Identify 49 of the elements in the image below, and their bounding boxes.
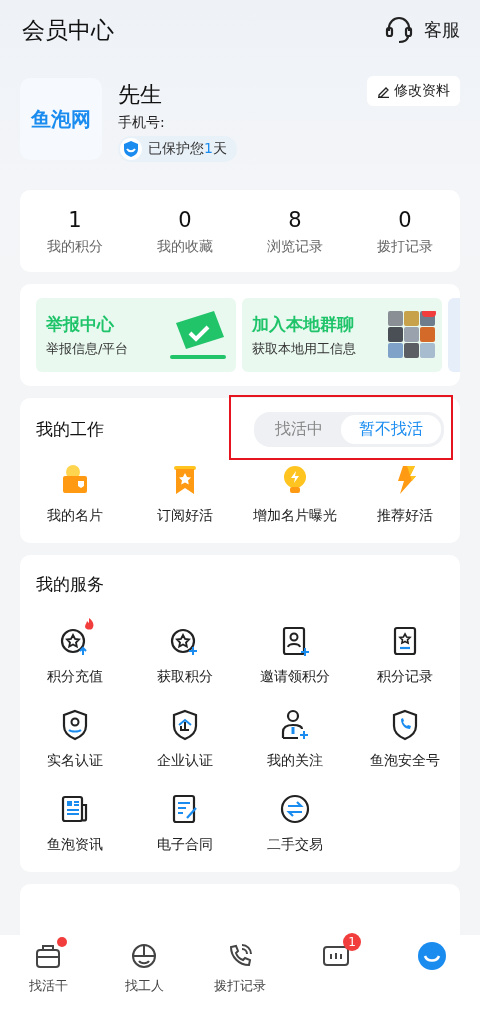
banner-title: 加入本地群聊 — [252, 312, 355, 336]
work-item-label[interactable]: 订阅好活 — [157, 507, 213, 525]
notification-dot — [57, 937, 67, 947]
service-item-label[interactable]: 邀请领积分 — [260, 668, 330, 686]
tab-label[interactable]: 找工人 — [124, 977, 164, 995]
stat-value[interactable]: 0 — [398, 208, 412, 232]
phone-label: 手机号: — [118, 114, 166, 132]
service-item-label[interactable]: 电子合同 — [157, 836, 213, 854]
service-item-label[interactable]: 二手交易 — [267, 836, 323, 854]
edit-profile-button[interactable]: 修改资料 — [367, 76, 460, 106]
smile-icon — [417, 941, 447, 971]
work-item-label[interactable]: 增加名片曝光 — [253, 507, 337, 525]
protection-text: 已保护您1天 — [148, 140, 227, 158]
work-item-label[interactable]: 推荐好活 — [377, 507, 433, 525]
stat-label[interactable]: 我的收藏 — [157, 238, 213, 256]
section-title: 我的服务 — [36, 574, 104, 594]
service-item-label[interactable]: 积分充值 — [47, 668, 103, 686]
service-item-label[interactable]: 实名认证 — [47, 752, 103, 770]
user-name: 先生 — [118, 81, 163, 109]
headset-icon[interactable] — [384, 15, 414, 45]
customer-service-link[interactable]: 客服 — [424, 18, 460, 42]
stat-value[interactable]: 1 — [68, 208, 82, 232]
exchange-icon — [278, 792, 312, 826]
stat-label[interactable]: 我的积分 — [47, 238, 103, 256]
promo-banner[interactable]: 举报中心 举报信息/平台 — [36, 298, 236, 372]
service-item-label[interactable]: 积分记录 — [377, 668, 433, 686]
logo: 鱼泡网 — [20, 78, 102, 160]
count-badge: 1 — [343, 933, 361, 951]
tab-label[interactable]: 拨打记录 — [214, 977, 266, 995]
stat-label[interactable]: 拨打记录 — [377, 238, 433, 256]
work-item-label[interactable]: 我的名片 — [47, 507, 103, 525]
page-title: 会员中心 — [22, 15, 114, 45]
section-title: 我的工作 — [36, 418, 104, 441]
stat-value[interactable]: 0 — [178, 208, 192, 232]
banner-title: 举报中心 — [46, 312, 115, 336]
stat-value[interactable]: 8 — [288, 208, 302, 232]
banner-subtitle: 获取本地用工信息 — [252, 339, 356, 358]
flame-icon — [85, 618, 94, 630]
status-option[interactable]: 暂不找活 — [341, 415, 441, 444]
service-item-label[interactable]: 鱼泡安全号 — [370, 752, 440, 770]
service-item-label[interactable]: 我的关注 — [267, 752, 323, 770]
service-item-label[interactable]: 鱼泡资讯 — [47, 836, 103, 854]
service-item-label[interactable]: 获取积分 — [157, 668, 213, 686]
tab-label[interactable]: 找活干 — [28, 977, 68, 995]
stat-label[interactable]: 浏览记录 — [267, 238, 323, 256]
promo-banner[interactable]: 加入本地群聊 获取本地用工信息 — [242, 298, 442, 372]
banner-subtitle: 举报信息/平台 — [46, 339, 129, 358]
service-item-label[interactable]: 企业认证 — [157, 752, 213, 770]
shield-icon — [120, 138, 142, 160]
